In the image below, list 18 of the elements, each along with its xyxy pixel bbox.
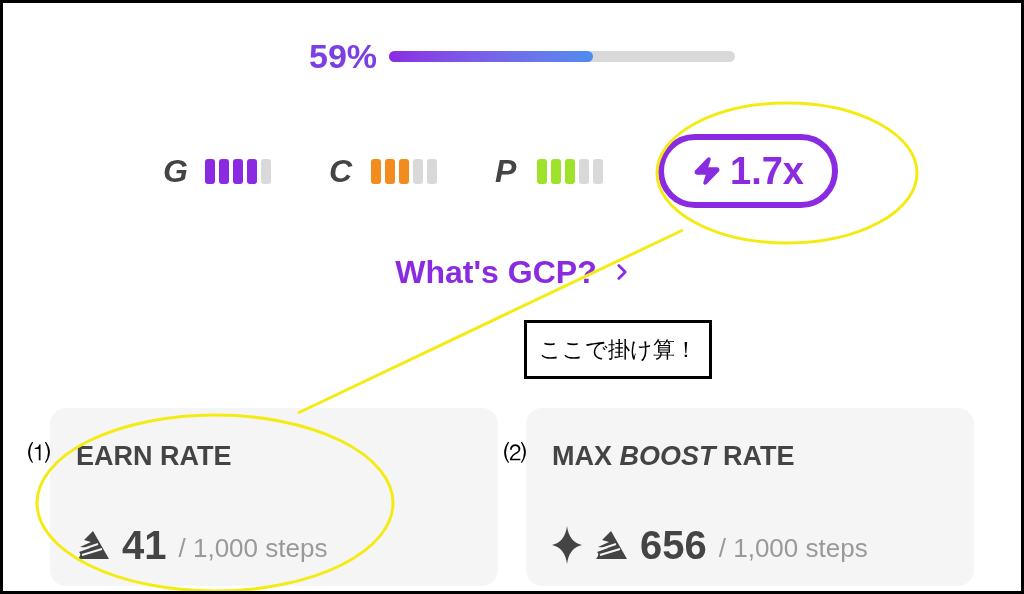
token-icon bbox=[594, 529, 628, 560]
card-title: MAX BOOST RATE bbox=[552, 440, 796, 473]
rate-unit: / 1,000 steps bbox=[178, 532, 328, 565]
token-icon bbox=[76, 529, 110, 560]
stat-letter: G bbox=[163, 152, 189, 191]
rate-value: 41 bbox=[122, 521, 167, 569]
stat-letter: P bbox=[495, 152, 518, 191]
lightning-icon bbox=[692, 156, 722, 186]
annotation-number: ⑵ bbox=[504, 439, 526, 467]
boost-multiplier: 1.7x bbox=[730, 148, 804, 194]
annotation-number: ⑴ bbox=[28, 439, 50, 467]
callout-text: ここで掛け算！ bbox=[539, 337, 697, 362]
rate-unit: / 1,000 steps bbox=[718, 532, 868, 565]
progress-percent: 59% bbox=[308, 36, 378, 77]
rate-value: 656 bbox=[640, 521, 707, 569]
gcp-info-link[interactable]: What's GCP? bbox=[395, 248, 635, 296]
card-title: EARN RATE bbox=[76, 440, 233, 473]
stat-letter: C bbox=[329, 152, 354, 191]
